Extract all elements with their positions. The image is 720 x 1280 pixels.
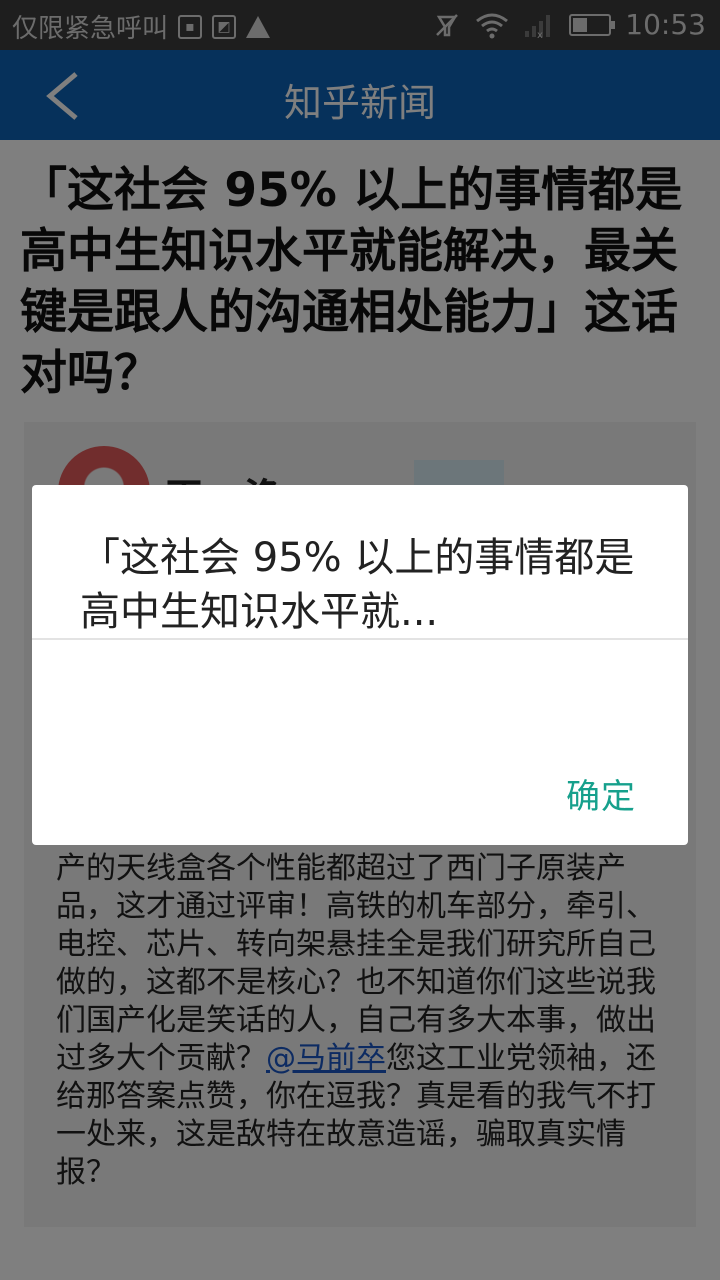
ok-button[interactable]: 确定 <box>566 769 636 818</box>
dialog: 「这社会 95% 以上的事情都是高中生知识水平就... 确定 <box>32 485 688 845</box>
dialog-divider <box>32 638 688 640</box>
dialog-title: 「这社会 95% 以上的事情都是高中生知识水平就... <box>80 535 635 635</box>
